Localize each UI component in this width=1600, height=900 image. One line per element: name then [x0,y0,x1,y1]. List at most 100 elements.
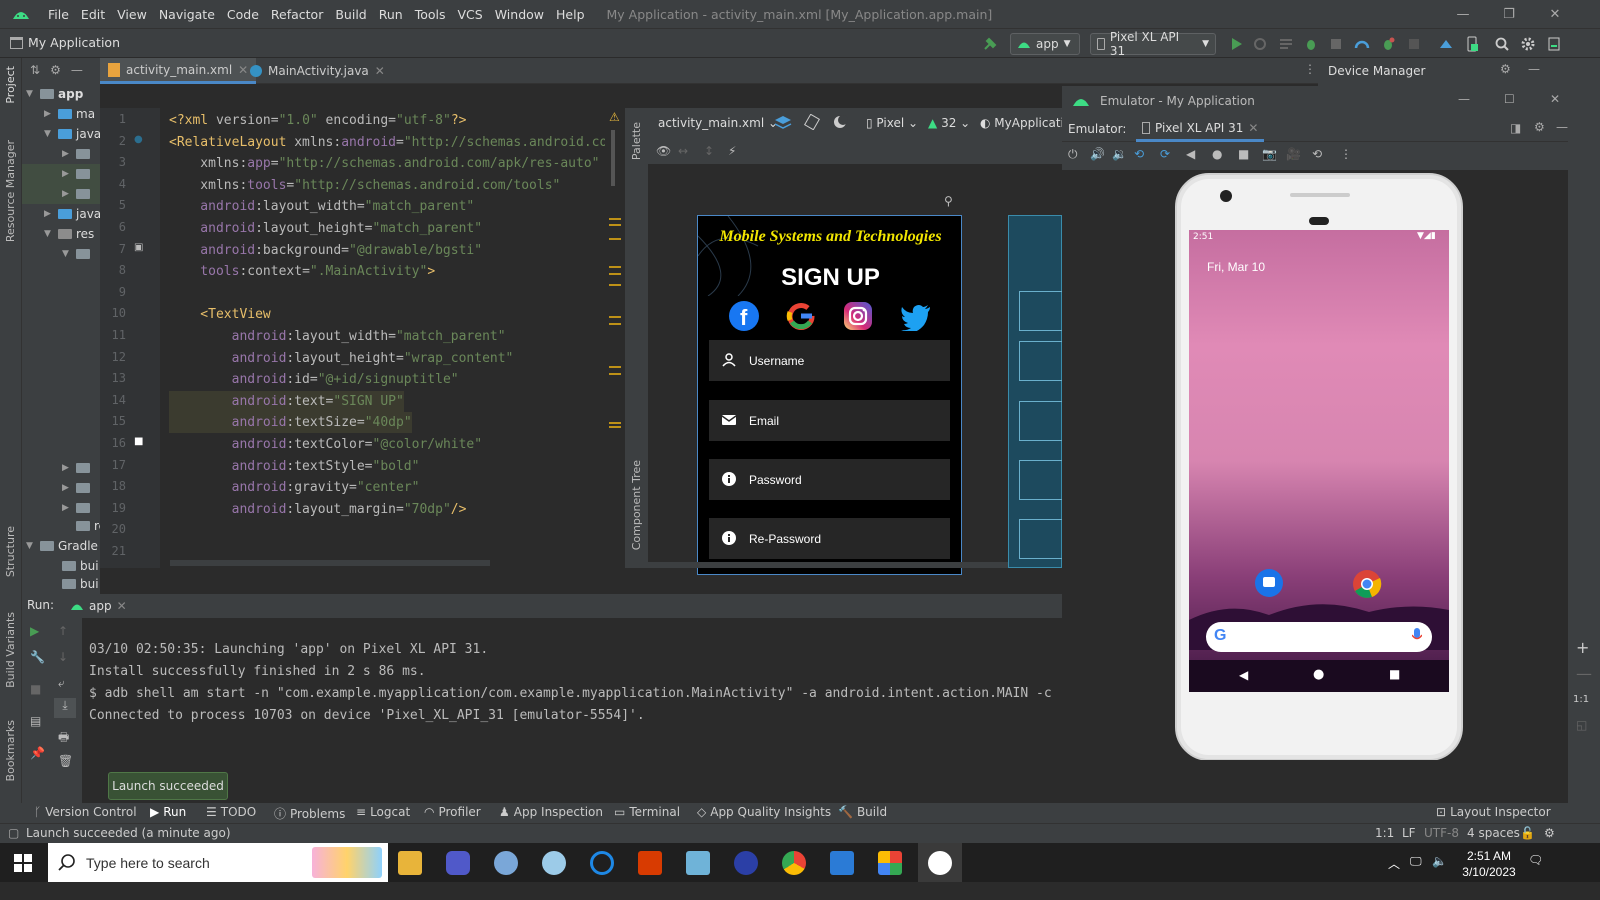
snapshot-icon[interactable]: ⟲ [1312,147,1322,161]
settings-gear-icon[interactable] [1520,36,1536,52]
close-tab-icon[interactable]: ✕ [117,599,127,613]
gutter-marker-icon[interactable]: ■ [134,436,143,447]
clock-date[interactable]: 3/10/2023 [1456,865,1522,879]
vertical-guide-icon[interactable]: ↕ [704,144,714,158]
blueprint-preview[interactable] [1008,215,1063,568]
notepad-icon[interactable] [686,851,710,875]
device-manager-icon[interactable] [1464,36,1480,52]
menu-tools[interactable]: Tools [409,7,452,22]
layout-preview[interactable]: Mobile Systems and Technologies SIGN UP … [697,215,962,575]
emulator-minimize-button[interactable]: — [1458,92,1470,106]
scroll-to-end-icon[interactable]: ⤓ [54,698,76,718]
line-separator[interactable]: LF [1402,826,1416,840]
google-search-bar[interactable]: G [1206,622,1432,652]
taskbar-search[interactable]: Type here to search [48,843,388,882]
tree-item-package[interactable]: ▶ [62,144,90,164]
gear-icon[interactable]: ⚙ [1500,62,1511,76]
nav-recents-icon[interactable]: ■ [1389,667,1400,681]
lock-icon[interactable]: 🔓 [1520,826,1535,840]
menu-file[interactable]: File [42,7,75,22]
tree-item-res[interactable]: ▼ res [44,224,94,244]
theme-select[interactable]: ◐ MyApplicati [980,116,1064,130]
app-quality-insights-tab[interactable]: ◇ App Quality Insights [697,805,831,819]
trash-icon[interactable]: 🗑 [58,754,73,768]
tree-item-gradle[interactable]: ▼ Gradle [26,536,98,556]
tree-item-folder[interactable]: ▶ [62,478,90,498]
indent-setting[interactable]: 4 spaces [1467,826,1520,840]
apply-changes-icon[interactable] [1278,36,1294,52]
build-tab[interactable]: 🔨 Build [838,805,887,819]
gear-icon[interactable]: ⚙ [50,63,61,77]
menu-build[interactable]: Build [329,7,372,22]
problems-tab[interactable]: ⓘ Problems [274,805,345,822]
more-options-icon[interactable]: ⋮ [1340,147,1352,161]
pinned-app-icon[interactable] [878,851,902,875]
tree-item-manifests[interactable]: ▶ ma [44,104,95,124]
stop-icon[interactable]: ■ [30,682,41,696]
close-button[interactable]: ✕ [1532,0,1578,28]
tree-item-folder[interactable]: ▶ [62,498,90,518]
paint-icon[interactable] [494,851,518,875]
scroll-down-icon[interactable]: ↓ [58,650,68,664]
file-encoding[interactable]: UTF-8 [1424,826,1459,840]
google-icon[interactable] [786,301,816,331]
tab-activity-main-xml[interactable]: activity_main.xml ✕ [100,58,257,84]
layout-icon[interactable]: ▤ [30,714,41,728]
pin-tab-icon[interactable]: 📌 [30,746,45,760]
home-icon[interactable]: ● [1212,147,1222,161]
project-name[interactable]: My Application [28,35,120,50]
bookmarks-tab[interactable]: Bookmarks [4,720,17,781]
zoom-in-icon[interactable]: + [1576,638,1589,657]
structure-tab[interactable]: Structure [4,526,17,577]
vpn-icon[interactable] [734,851,758,875]
restore-button[interactable]: ❐ [1486,0,1532,28]
menu-window[interactable]: Window [489,7,550,22]
menu-code[interactable]: Code [221,7,265,22]
hide-icon[interactable]: — [1556,120,1568,134]
collapse-icon[interactable]: ⇅ [30,63,40,77]
logcat-tab[interactable]: ≡ Logcat [356,805,410,819]
menu-help[interactable]: Help [550,7,591,22]
volume-up-icon[interactable]: 🔊 [1090,147,1105,161]
menu-refactor[interactable]: Refactor [265,7,329,22]
close-tab-icon[interactable]: ✕ [375,64,385,78]
zoom-out-icon[interactable]: — [1576,664,1592,683]
close-tab-icon[interactable]: ✕ [1248,121,1258,135]
layout-file-select[interactable]: activity_main.xml ⌄ [658,116,778,130]
actual-size-icon[interactable]: 1:1 [1573,694,1589,705]
menu-run[interactable]: Run [373,7,409,22]
device-select[interactable]: Pixel XL API 31 ▼ [1090,30,1216,58]
wrench-icon[interactable]: 🔧 [30,650,45,664]
cursor-position[interactable]: 1:1 [1375,826,1394,840]
run-config-select[interactable]: app ▼ [1010,33,1080,55]
search-icon[interactable] [1494,36,1510,52]
rotate-left-icon[interactable]: ⟲ [1134,147,1144,161]
rerun-icon[interactable] [1252,36,1268,52]
nav-home-icon[interactable]: ● [1313,667,1324,682]
hide-icon[interactable]: — [71,63,83,77]
resource-manager-tab[interactable]: Resource Manager [4,140,17,242]
build-variants-tab[interactable]: Build Variants [4,612,17,688]
terminal-tab[interactable]: ▭ Terminal [614,805,680,819]
teams-icon[interactable] [446,851,470,875]
back-icon[interactable]: ◀ [1186,147,1195,161]
app-inspection-tab[interactable]: ♟ App Inspection [499,805,603,819]
profiler-tab[interactable]: ◠ Profiler [424,805,481,819]
layout-icon[interactable]: ◨ [1510,121,1521,135]
clock-time[interactable]: 2:51 AM [1456,849,1522,863]
layers-icon[interactable] [774,114,792,130]
eye-icon[interactable]: 👁 [656,144,671,158]
rotate-right-icon[interactable]: ⟳ [1160,147,1170,161]
re-password-field[interactable]: Re-Password [709,518,950,559]
device-screen[interactable]: 2:51 ▼◢▮ Fri, Mar 10 G ◀ ● ■ [1189,230,1449,692]
tree-item-folder[interactable]: ▶ [62,458,90,478]
instagram-icon[interactable] [843,301,873,331]
menu-vcs[interactable]: VCS [452,7,489,22]
orientation-icon[interactable] [804,114,820,130]
nav-back-icon[interactable]: ◀ [1239,668,1248,682]
horizontal-scrollbar[interactable] [170,560,490,566]
design-scrollbar[interactable] [648,562,1008,568]
password-field[interactable]: Password [709,459,950,500]
gutter-marker-icon[interactable]: ▣ [134,242,143,253]
cortana-icon[interactable] [590,851,614,875]
